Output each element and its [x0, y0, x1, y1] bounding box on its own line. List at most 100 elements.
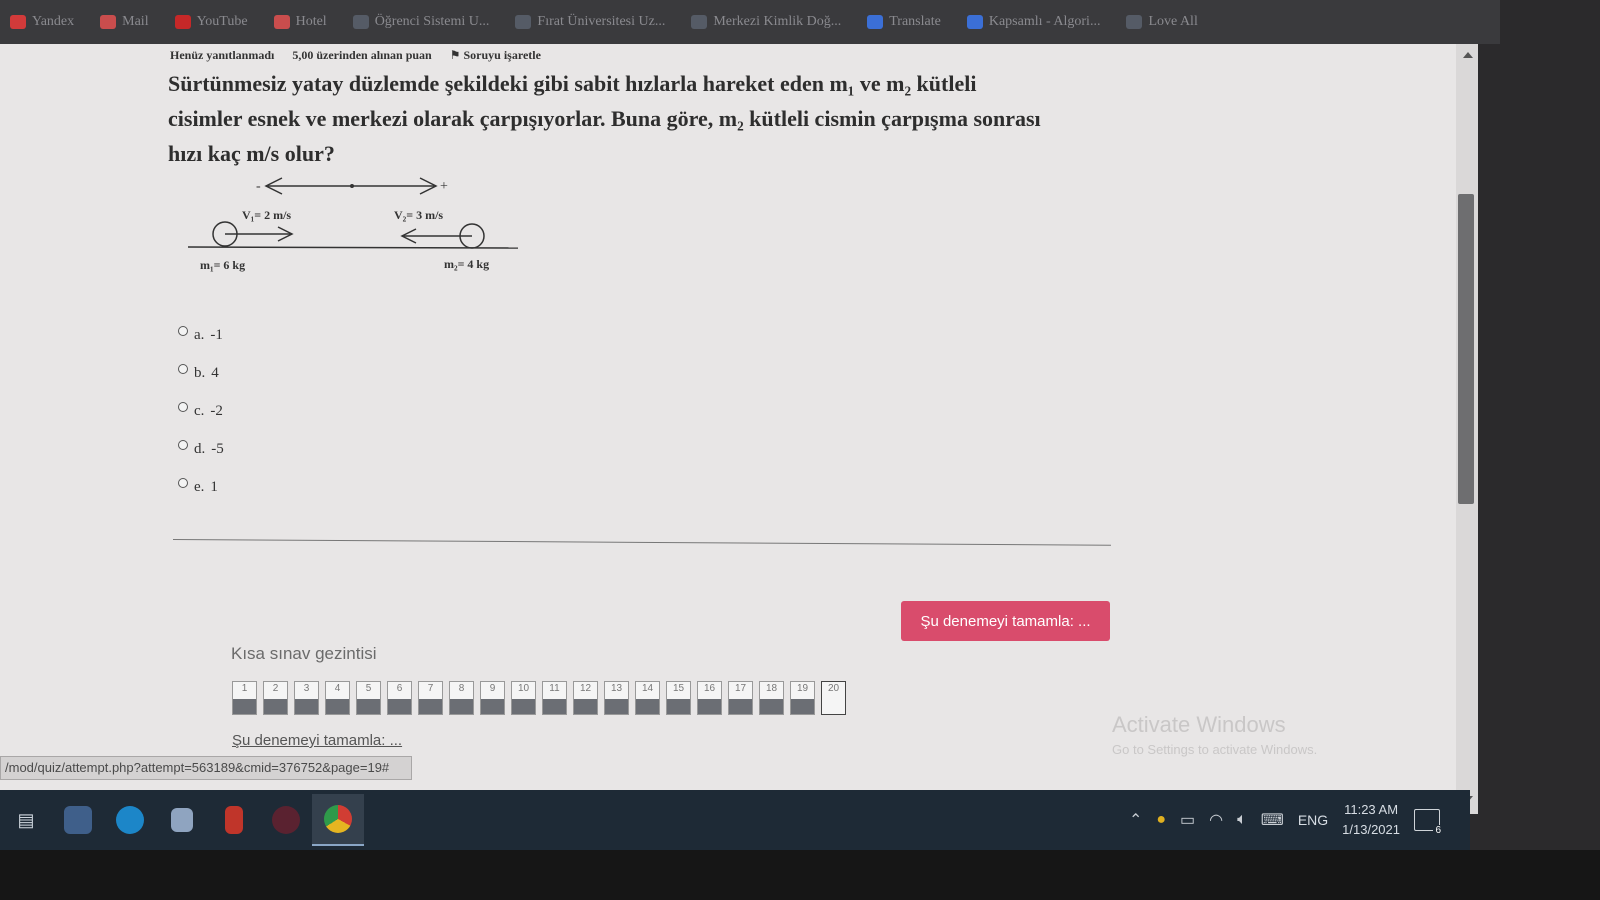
vertical-scrollbar[interactable] — [1456, 44, 1478, 814]
language-indicator[interactable]: ENG — [1298, 812, 1328, 828]
bookmark-6[interactable]: Merkezi Kimlik Doğ... — [691, 14, 841, 30]
nav-question-15[interactable]: 15 — [666, 681, 691, 715]
separator-line — [172, 539, 1111, 546]
bookmark-0[interactable]: Yandex — [10, 14, 74, 30]
nav-question-3[interactable]: 3 — [294, 681, 319, 715]
option-b-value: 4 — [211, 364, 219, 381]
nav-question-16[interactable]: 16 — [697, 681, 722, 715]
nav-number: 13 — [610, 683, 623, 694]
answered-indicator — [481, 699, 504, 714]
quiz-navigation-title: Kısa sınav gezintisi — [231, 644, 377, 663]
chrome-icon[interactable] — [312, 794, 364, 846]
nav-question-9[interactable]: 9 — [480, 681, 505, 715]
option-e-radio[interactable] — [178, 478, 188, 488]
notification-center-icon[interactable]: 6 — [1414, 809, 1443, 836]
chevron-up-icon[interactable]: ⌃ — [1129, 810, 1142, 830]
bookmark-9[interactable]: Love All — [1126, 14, 1198, 30]
system-tray: ⌃ ● ▭ ◠ 🔈︎ ⌨ ENG 11:23 AM 1/13/2021 6 — [1129, 790, 1443, 850]
answered-indicator — [667, 699, 690, 714]
nav-question-10[interactable]: 10 — [511, 681, 536, 715]
m1-label: m₁= 6 kg — [200, 258, 245, 272]
scroll-thumb[interactable] — [1458, 194, 1474, 504]
bookmark-1[interactable]: Mail — [100, 14, 149, 30]
option-d-radio[interactable] — [178, 440, 188, 450]
nav-number: 18 — [765, 683, 778, 694]
bookmark-5[interactable]: Fırat Üniversitesi Uz... — [515, 14, 665, 30]
finish-attempt-button[interactable]: Şu denemeyi tamamla: ... — [901, 601, 1110, 641]
mail-icon — [100, 15, 117, 29]
option-a-radio[interactable] — [178, 326, 188, 336]
file-explorer-icon[interactable] — [52, 794, 104, 846]
bookmark-3[interactable]: Hotel — [273, 14, 327, 30]
answered-indicator — [698, 699, 721, 714]
option-a[interactable]: a. -1 — [178, 316, 224, 354]
nav-question-1[interactable]: 1 — [232, 681, 257, 715]
option-a-letter: a. — [194, 326, 205, 343]
nav-number: 16 — [703, 683, 716, 694]
quiz-page: Henüz yanıtlanmadı 5,00 üzerinden alınan… — [0, 44, 1478, 814]
bookmark-8[interactable]: Kapsamlı - Algori... — [966, 14, 1100, 30]
edge-icon[interactable] — [104, 794, 156, 846]
question-line-1: Sürtünmesiz yatay düzlemde şekildeki gib… — [168, 71, 977, 96]
nav-question-13[interactable]: 13 — [604, 681, 629, 715]
answered-indicator — [419, 699, 442, 714]
answered-indicator — [636, 699, 659, 714]
v1-label: V₁= 2 m/s — [242, 208, 291, 222]
windows-taskbar: ▤ ⌃ ● ▭ ◠ 🔈︎ ⌨ ENG 11:23 AM 1/13/2021 6 — [0, 790, 1470, 850]
store-icon[interactable] — [156, 794, 208, 846]
nav-number: 11 — [549, 683, 560, 694]
nav-question-17[interactable]: 17 — [728, 681, 753, 715]
monitor-bezel — [0, 850, 1600, 900]
battery-icon[interactable]: ▭ — [1180, 810, 1195, 830]
nav-question-11[interactable]: 11 — [542, 681, 567, 715]
option-d[interactable]: d. -5 — [178, 430, 224, 468]
nav-number: 19 — [796, 683, 809, 694]
flag-question-link[interactable]: Soruyu işaretle — [450, 48, 541, 63]
nav-question-7[interactable]: 7 — [418, 681, 443, 715]
answered-indicator — [791, 699, 814, 714]
university-icon — [515, 15, 532, 29]
collision-diagram: - + V₁= 2 m/s V₂= 3 m/s m₁= 6 kg m₂= 4 k… — [187, 177, 519, 272]
nav-question-2[interactable]: 2 — [263, 681, 288, 715]
app-icon[interactable] — [260, 794, 312, 846]
option-b-radio[interactable] — [178, 364, 188, 374]
wifi-icon[interactable]: ◠ — [1209, 810, 1223, 830]
antivirus-icon[interactable]: ● — [1156, 811, 1166, 829]
answered-indicator — [450, 699, 473, 714]
bookmark-2[interactable]: YouTube — [174, 14, 248, 30]
option-a-value: -1 — [210, 326, 223, 343]
scroll-up-arrow-icon[interactable] — [1463, 52, 1473, 58]
quiz-navigation-grid: 1 2 3 4 5 6 7 8 9 10 11 12 13 14 15 16 1… — [232, 681, 846, 715]
answered-indicator — [388, 699, 411, 714]
bookmark-7[interactable]: Translate — [867, 14, 941, 30]
option-e-letter: e. — [194, 478, 205, 495]
volume-icon[interactable]: 🔈︎ — [1237, 811, 1247, 829]
nav-question-19[interactable]: 19 — [790, 681, 815, 715]
nav-question-12[interactable]: 12 — [573, 681, 598, 715]
nav-question-20[interactable]: 20 — [821, 681, 846, 715]
option-c-radio[interactable] — [178, 402, 188, 412]
option-c-letter: c. — [194, 402, 205, 419]
hotel-icon — [273, 15, 290, 29]
nav-question-6[interactable]: 6 — [387, 681, 412, 715]
option-e[interactable]: e. 1 — [178, 468, 224, 506]
office-icon[interactable] — [208, 794, 260, 846]
option-b-letter: b. — [194, 364, 206, 381]
keyboard-icon[interactable]: ⌨ — [1261, 810, 1284, 830]
clock[interactable]: 11:23 AM 1/13/2021 — [1342, 800, 1400, 840]
finish-attempt-link[interactable]: Şu denemeyi tamamla: ... — [232, 732, 402, 749]
option-b[interactable]: b. 4 — [178, 354, 224, 392]
option-c[interactable]: c. -2 — [178, 392, 224, 430]
notification-count: 6 — [1433, 825, 1443, 836]
nav-question-18[interactable]: 18 — [759, 681, 784, 715]
identity-icon — [691, 15, 708, 29]
activate-windows-watermark: Activate Windows Go to Settings to activ… — [1112, 712, 1317, 757]
task-view-icon[interactable]: ▤ — [0, 794, 52, 846]
nav-question-4[interactable]: 4 — [325, 681, 350, 715]
nav-question-14[interactable]: 14 — [635, 681, 660, 715]
answered-indicator — [729, 699, 752, 714]
nav-question-8[interactable]: 8 — [449, 681, 474, 715]
bookmark-4[interactable]: Öğrenci Sistemi U... — [352, 14, 489, 30]
clock-date: 1/13/2021 — [1342, 822, 1400, 837]
nav-question-5[interactable]: 5 — [356, 681, 381, 715]
